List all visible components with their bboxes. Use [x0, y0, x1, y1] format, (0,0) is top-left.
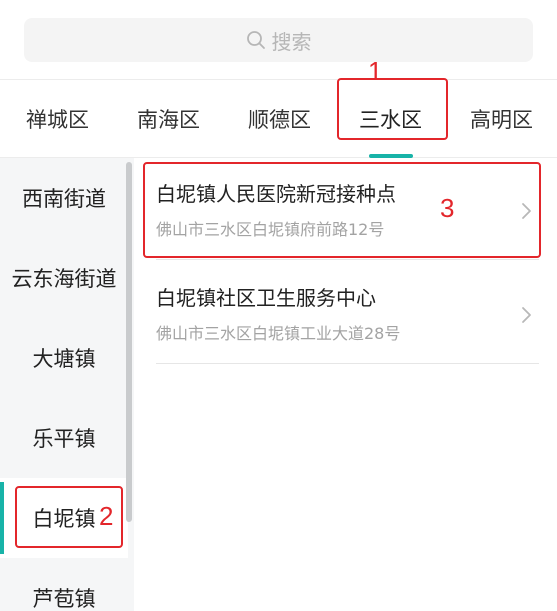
sidebar-item-label: 大塘镇 — [32, 347, 96, 371]
tab-nanhai[interactable]: 南海区 — [113, 80, 224, 158]
tab-shunde[interactable]: 顺德区 — [224, 80, 335, 158]
search-bar: 搜索 — [0, 0, 557, 80]
search-input[interactable]: 搜索 — [24, 18, 533, 62]
sidebar-item-label: 乐平镇 — [32, 427, 96, 451]
annotation-box-3 — [143, 162, 541, 258]
sidebar-item-label: 芦苞镇 — [32, 587, 96, 611]
annotation-box-1 — [337, 78, 448, 140]
sidebar-item-xinan[interactable]: 西南街道 — [0, 158, 128, 238]
chevron-right-icon — [521, 306, 533, 324]
annotation-number-2: 2 — [99, 501, 114, 531]
sidebar-item-leping[interactable]: 乐平镇 — [0, 398, 128, 478]
sidebar-item-label: 云东海街道 — [11, 267, 117, 291]
tab-label: 顺德区 — [248, 108, 311, 132]
annotation-number-3: 3 — [440, 193, 455, 223]
location-name: 白坭镇社区卫生服务中心 — [156, 286, 376, 310]
sidebar-scrollbar[interactable] — [126, 162, 132, 522]
tab-label: 南海区 — [137, 108, 200, 132]
search-icon — [246, 30, 266, 50]
tab-gaoming[interactable]: 高明区 — [446, 80, 557, 158]
annotation-number-1: 1 — [368, 56, 383, 86]
tab-label: 禅城区 — [26, 108, 89, 132]
district-tabs: 禅城区 南海区 顺德区 三水区 高明区 — [0, 80, 557, 158]
tab-label: 高明区 — [470, 108, 533, 132]
sidebar-item-yundonghai[interactable]: 云东海街道 — [0, 238, 128, 318]
sidebar-item-lubao[interactable]: 芦苞镇 — [0, 558, 128, 611]
search-placeholder: 搜索 — [271, 29, 312, 54]
tab-chancheng[interactable]: 禅城区 — [2, 80, 113, 158]
sidebar-item-datang[interactable]: 大塘镇 — [0, 318, 128, 398]
location-address: 佛山市三水区白坭镇工业大道28号 — [156, 324, 401, 343]
list-item[interactable]: 白坭镇社区卫生服务中心 佛山市三水区白坭镇工业大道28号 — [156, 262, 539, 364]
sidebar-item-label: 西南街道 — [22, 187, 106, 211]
